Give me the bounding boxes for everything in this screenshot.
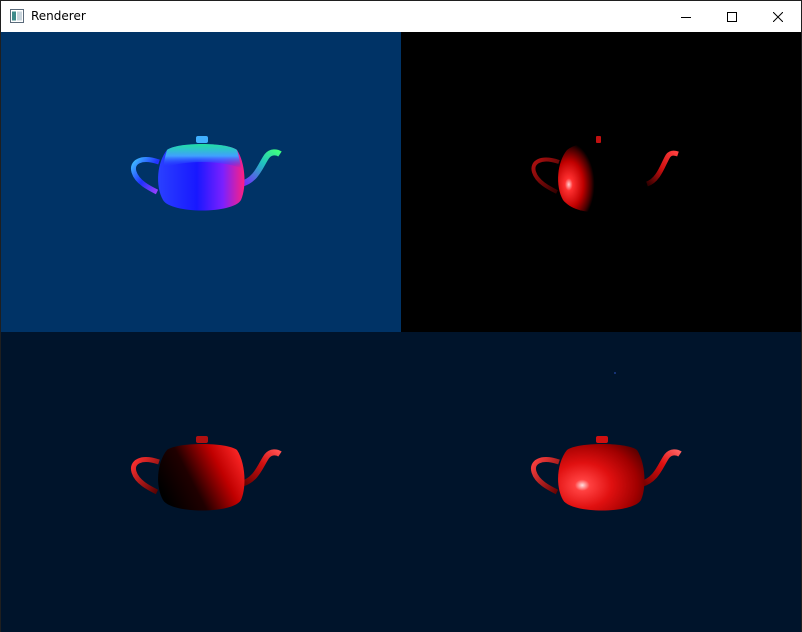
viewport-bottom-right[interactable] — [401, 332, 801, 632]
teapot-icon — [131, 436, 282, 511]
teapot-icon — [531, 436, 682, 511]
viewport-top-left[interactable] — [1, 32, 401, 332]
teapot-icon — [531, 136, 679, 213]
viewport-top-right[interactable] — [401, 32, 801, 332]
title-bar[interactable]: Renderer — [1, 1, 801, 32]
close-button[interactable] — [755, 1, 801, 32]
app-window-icon — [10, 9, 24, 23]
renderer-window: Renderer — [0, 0, 802, 632]
maximize-button[interactable] — [709, 1, 755, 32]
close-icon — [773, 11, 783, 22]
minimize-button[interactable] — [663, 1, 709, 32]
window-title: Renderer — [31, 9, 86, 23]
render-area[interactable] — [1, 32, 801, 632]
viewport-bottom-left[interactable] — [1, 332, 401, 632]
viewport-speck — [614, 372, 616, 374]
teapot-icon — [131, 136, 282, 211]
maximize-icon — [727, 11, 737, 22]
minimize-icon — [681, 16, 691, 18]
